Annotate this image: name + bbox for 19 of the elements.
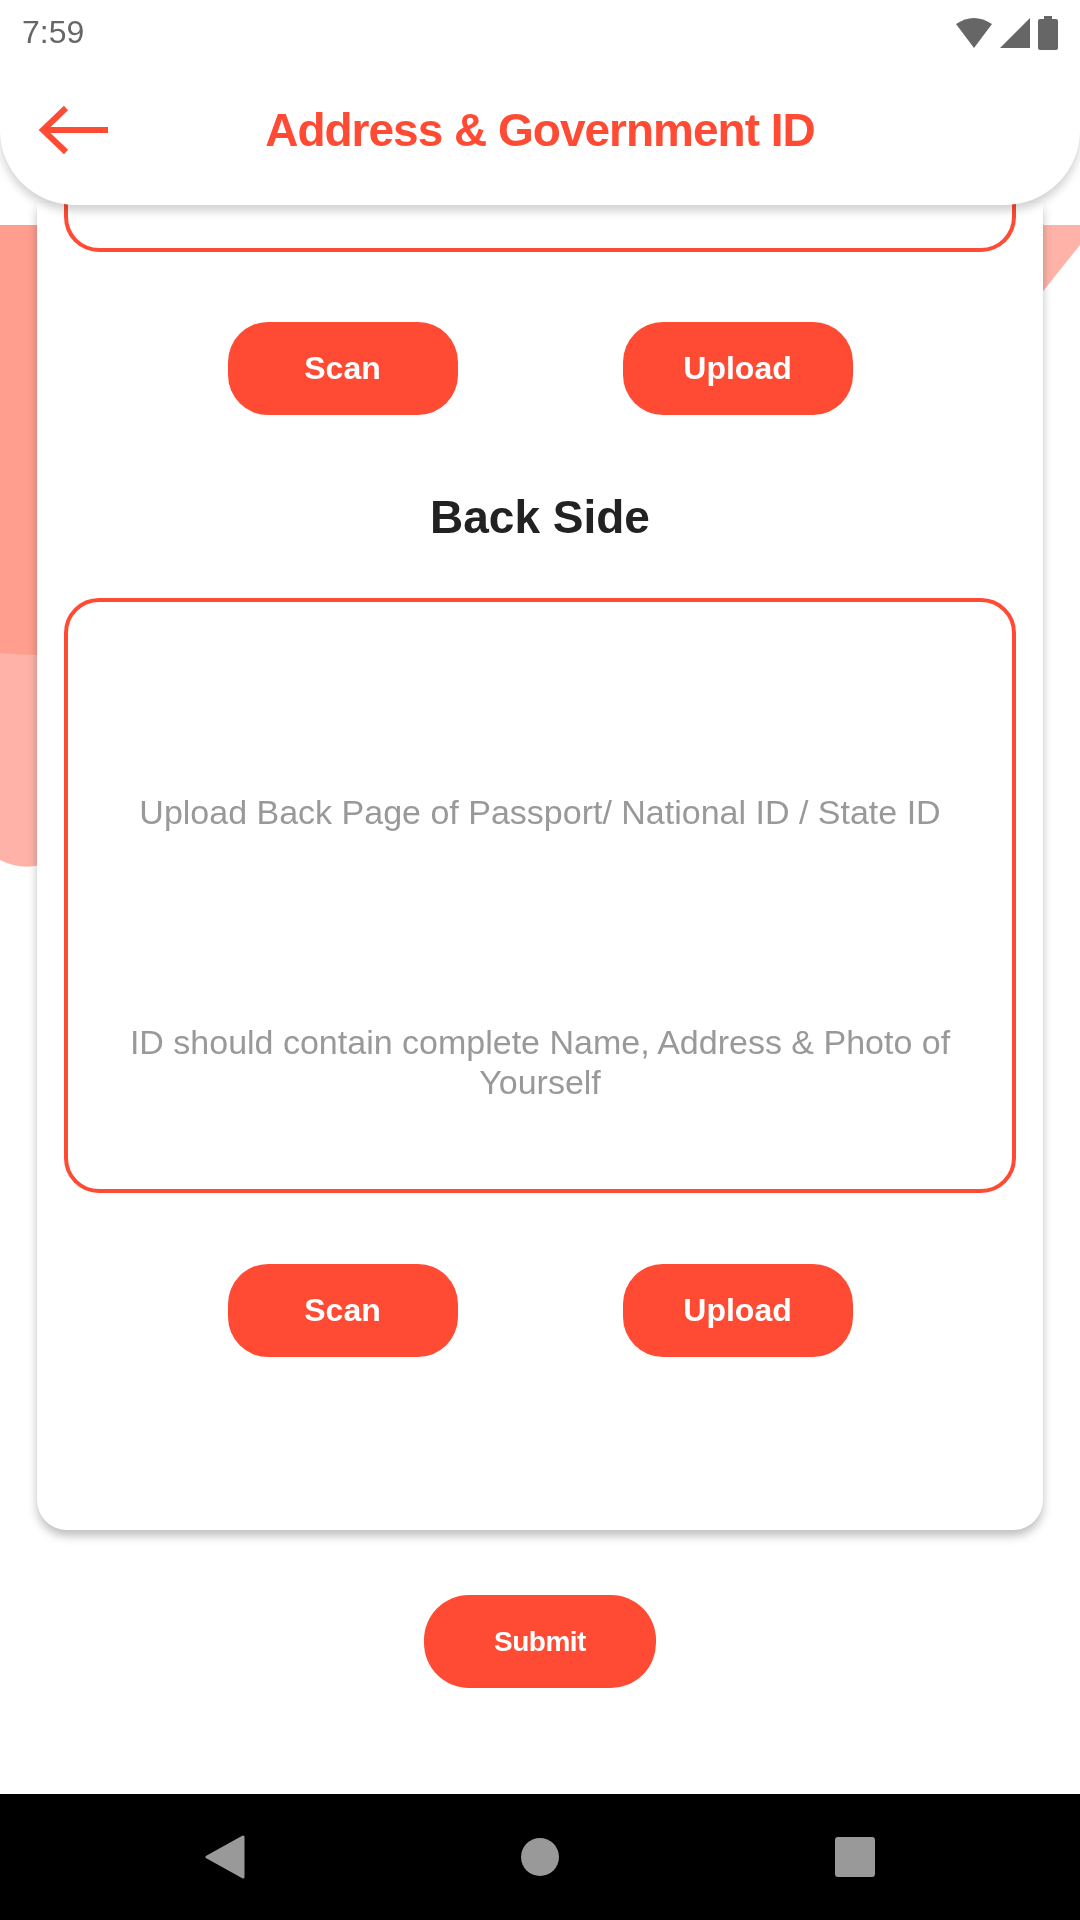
section-title: Back Side bbox=[429, 490, 651, 545]
scan-button[interactable]: Scan bbox=[227, 322, 458, 415]
status-time: 7:59 bbox=[22, 14, 85, 51]
back-button[interactable] bbox=[38, 105, 110, 155]
home-nav-icon[interactable] bbox=[520, 1837, 560, 1877]
submit-button[interactable]: Submit bbox=[424, 1595, 656, 1688]
back-arrow-icon bbox=[38, 105, 110, 155]
back-nav-icon[interactable] bbox=[205, 1835, 245, 1879]
scan-button[interactable]: Scan bbox=[227, 1264, 458, 1357]
upload-button[interactable]: Upload bbox=[622, 1264, 853, 1357]
upload-button[interactable]: Upload bbox=[622, 322, 853, 415]
page-title: Address & Government ID bbox=[265, 103, 815, 157]
upload-area[interactable]: Upload Back Page of Passport/ National ID / State ID ID should contain complete Name, Address & Photo of Yourself bbox=[64, 598, 1016, 1193]
upload-hint: Upload Back Page of Passport/ National ID / State ID bbox=[139, 792, 941, 832]
upload-area[interactable] bbox=[64, 203, 1016, 252]
upload-note: ID should contain complete Name, Address & Photo of Yourself bbox=[128, 1022, 952, 1102]
battery-icon bbox=[1038, 15, 1058, 50]
signal-icon bbox=[1000, 17, 1030, 48]
wifi-icon bbox=[956, 17, 992, 48]
